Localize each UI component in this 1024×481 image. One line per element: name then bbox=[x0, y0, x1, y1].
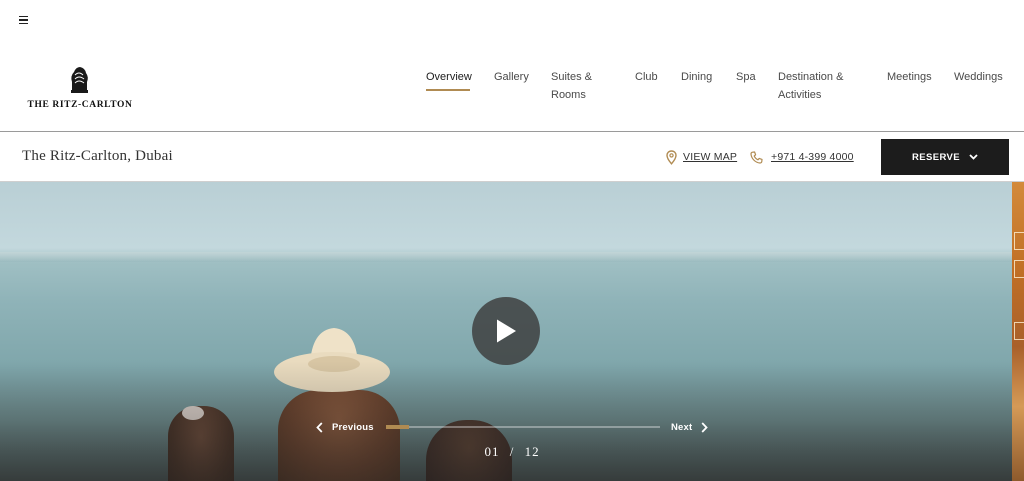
nav-item-label: Weddings bbox=[954, 71, 1003, 83]
current-slide: 01 bbox=[484, 444, 500, 459]
reserve-button[interactable]: RESERVE bbox=[881, 139, 1009, 175]
carousel-progress-track bbox=[386, 426, 660, 428]
chevron-left-icon bbox=[316, 421, 323, 433]
nav-item-destination-activities[interactable]: Destination & Activities bbox=[778, 68, 843, 104]
phone-number: +971 4-399 4000 bbox=[771, 151, 854, 163]
play-icon bbox=[497, 319, 516, 343]
nav-item-label-line2: Rooms bbox=[551, 89, 586, 101]
carousel-previous-label: Previous bbox=[332, 421, 374, 433]
nav-item-weddings[interactable]: Weddings bbox=[954, 68, 1003, 86]
nav-item-spa[interactable]: Spa bbox=[736, 68, 756, 86]
nav-item-label: Overview bbox=[426, 71, 472, 83]
nav-item-label: Club bbox=[635, 71, 658, 83]
reserve-label: RESERVE bbox=[911, 151, 961, 163]
nav-item-gallery[interactable]: Gallery bbox=[494, 68, 529, 86]
carousel-progress-fill bbox=[386, 425, 409, 429]
main-navigation: Overview Gallery Suites & Rooms Club Din… bbox=[0, 68, 1024, 108]
nav-item-club[interactable]: Club bbox=[635, 68, 658, 86]
chevron-down-icon bbox=[969, 154, 978, 160]
nav-item-dining[interactable]: Dining bbox=[681, 68, 712, 86]
view-map-label: VIEW MAP bbox=[683, 151, 738, 163]
hotel-name: The Ritz-Carlton, Dubai bbox=[22, 148, 173, 164]
chevron-right-icon bbox=[701, 421, 709, 433]
nav-active-underline bbox=[426, 89, 470, 91]
nav-item-label: Dining bbox=[681, 71, 713, 83]
nav-item-meetings[interactable]: Meetings bbox=[887, 68, 932, 86]
nav-item-label-line2: Activities bbox=[778, 89, 822, 101]
nav-item-label: Meetings bbox=[887, 71, 932, 83]
view-map-link[interactable]: VIEW MAP bbox=[666, 148, 737, 166]
nav-item-label: Destination & bbox=[778, 71, 844, 83]
nav-item-suites-rooms[interactable]: Suites & Rooms bbox=[551, 68, 592, 104]
carousel-previous-button[interactable]: Previous bbox=[316, 419, 374, 435]
nav-item-label: Gallery bbox=[494, 71, 529, 83]
play-video-button[interactable] bbox=[472, 297, 540, 365]
nav-item-overview[interactable]: Overview bbox=[426, 68, 472, 86]
slide-counter: 01 / 12 bbox=[470, 444, 554, 460]
phone-link[interactable]: +971 4-399 4000 bbox=[750, 148, 854, 166]
nav-item-label: Spa bbox=[736, 71, 756, 83]
carousel-next-label: Next bbox=[671, 421, 693, 433]
next-slide-preview[interactable] bbox=[1012, 182, 1024, 481]
hamburger-menu-button[interactable] bbox=[16, 12, 32, 28]
map-pin-icon bbox=[666, 149, 677, 165]
carousel-next-button[interactable]: Next bbox=[671, 419, 709, 435]
phone-icon bbox=[750, 150, 763, 164]
nav-item-label: Suites & bbox=[551, 71, 592, 83]
hamburger-icon bbox=[19, 15, 28, 18]
slide-separator: / bbox=[509, 444, 515, 459]
total-slides: 12 bbox=[524, 444, 540, 459]
